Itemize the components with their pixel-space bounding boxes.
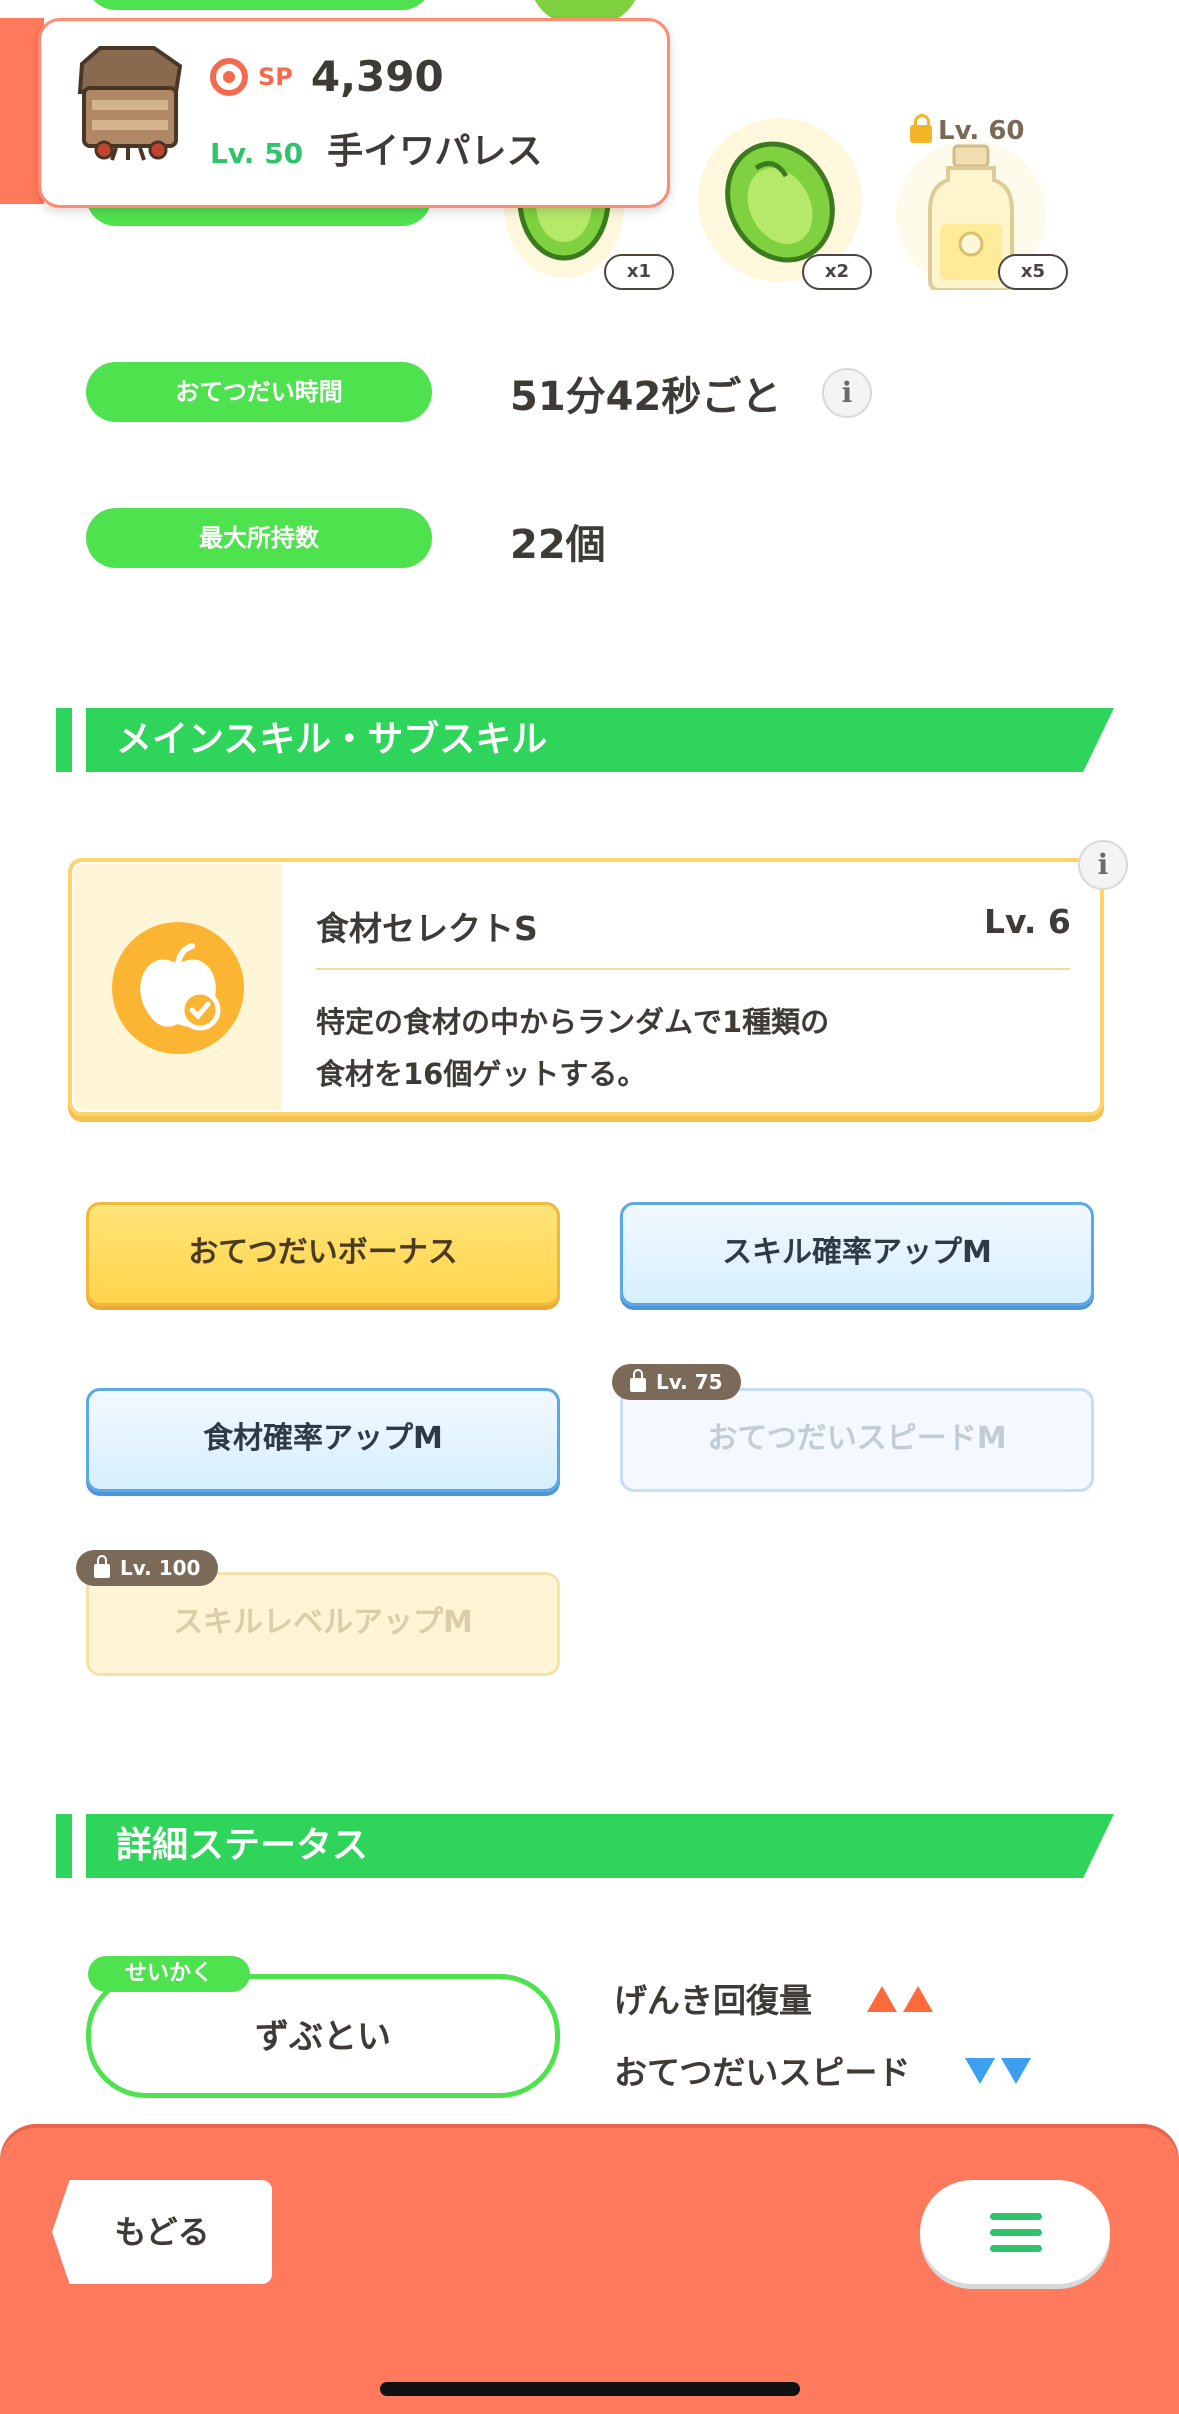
back-button[interactable]: もどる bbox=[52, 2180, 272, 2284]
nature-effect-down-label: おてつだいスピード bbox=[614, 2053, 911, 2092]
sub-skill-5-lock-level: Lv. 100 bbox=[120, 1556, 201, 1580]
main-skill-divider bbox=[316, 968, 1070, 970]
sp-label: SP bbox=[258, 62, 293, 91]
pokeball-icon bbox=[210, 57, 248, 96]
skills-section-header: メインスキル・サブスキル bbox=[56, 708, 1114, 772]
sub-skill-4[interactable]: おてつだいスピードM bbox=[620, 1388, 1094, 1492]
sp-value: 4,390 bbox=[310, 52, 444, 101]
lock-icon bbox=[94, 1555, 110, 1578]
down-arrow-icon bbox=[1001, 2058, 1032, 2084]
sp-display: SP 4,390 bbox=[210, 52, 444, 101]
detail-section-title: 詳細ステータス bbox=[116, 1825, 369, 1866]
sub-skill-4-lock-level: Lv. 75 bbox=[656, 1370, 723, 1394]
max-carry-value: 22個 bbox=[510, 522, 606, 568]
sub-skill-4-lock: Lv. 75 bbox=[612, 1364, 741, 1400]
skills-section-title: メインスキル・サブスキル bbox=[116, 719, 548, 760]
pokemon-level: Lv. 50 bbox=[210, 137, 304, 170]
nature-box[interactable]: ずぶとい bbox=[86, 1974, 560, 2098]
sub-skill-3[interactable]: 食材確率アップM bbox=[86, 1388, 560, 1492]
pokemon-name: 手イワパレス bbox=[327, 131, 543, 172]
down-arrow-icon bbox=[965, 2058, 996, 2084]
sub-skill-1[interactable]: おてつだいボーナス bbox=[86, 1202, 560, 1306]
ingredient-lock-3: Lv. 60 bbox=[910, 114, 1025, 146]
nature-effect-up: げんき回復量 bbox=[614, 1974, 933, 2022]
pill-partial-top bbox=[86, 0, 432, 10]
main-skill-description: 特定の食材の中からランダムで1種類の 食材を16個ゲットする。 bbox=[316, 1005, 830, 1091]
detail-section-header: 詳細ステータス bbox=[56, 1814, 1114, 1878]
help-time-info-icon[interactable]: i bbox=[822, 368, 872, 418]
up-arrow-icon bbox=[867, 1986, 897, 2012]
main-skill-level: Lv. 6 bbox=[984, 902, 1071, 941]
ingredient-count-3: x5 bbox=[998, 254, 1068, 290]
nature-effect-down: おてつだいスピード bbox=[614, 2046, 1032, 2094]
nature-effect-up-label: げんき回復量 bbox=[614, 1981, 812, 2020]
ingredient-lock-level: Lv. 60 bbox=[938, 116, 1025, 146]
help-time-value: 51分42秒ごと bbox=[510, 374, 782, 420]
pokemon-avatar-icon bbox=[77, 46, 183, 161]
lock-icon bbox=[910, 114, 932, 143]
menu-button[interactable] bbox=[920, 2180, 1110, 2284]
nature-tag: せいかく bbox=[88, 1956, 250, 1992]
lock-icon bbox=[630, 1369, 646, 1392]
main-skill-info-icon[interactable]: i bbox=[1078, 840, 1128, 890]
level-name-row: Lv. 50 手イワパレス bbox=[210, 122, 542, 174]
help-time-label: おてつだい時間 bbox=[86, 362, 432, 422]
up-arrow-icon bbox=[903, 1986, 933, 2012]
apple-check-icon bbox=[112, 922, 244, 1054]
ingredient-count-2: x2 bbox=[802, 254, 872, 290]
main-skill-name: 食材セレクトS bbox=[316, 909, 538, 948]
home-indicator[interactable] bbox=[380, 2382, 800, 2396]
sub-skill-5[interactable]: スキルレベルアップM bbox=[86, 1572, 560, 1676]
ingredient-count-1: x1 bbox=[604, 254, 674, 290]
sub-skill-2[interactable]: スキル確率アップM bbox=[620, 1202, 1094, 1306]
sub-skill-5-lock: Lv. 100 bbox=[76, 1550, 219, 1586]
max-carry-label: 最大所持数 bbox=[86, 508, 432, 568]
